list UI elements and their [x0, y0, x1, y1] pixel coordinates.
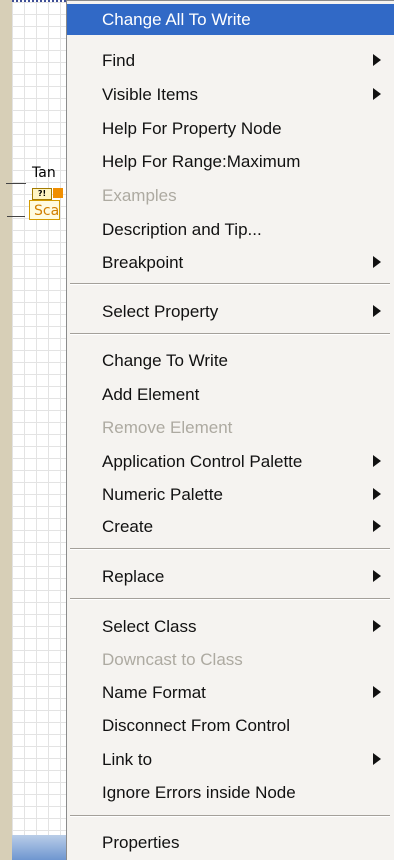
menu-item-label: Remove Element [102, 418, 233, 437]
menu-item-label: Link to [102, 750, 153, 769]
menu-item-help-for-property-node[interactable]: Help For Property Node [67, 113, 394, 144]
menu-item-properties[interactable]: Properties [67, 827, 394, 858]
menu-item-link-to[interactable]: Link to [67, 744, 394, 775]
error-terminal-icon: ?! [32, 188, 52, 200]
wire-segment-bottom[interactable] [7, 216, 25, 217]
menu-item-label: Add Element [102, 385, 200, 404]
menu-item-label: Examples [102, 186, 177, 205]
submenu-arrow-icon [373, 305, 381, 317]
wire-segment-top[interactable] [6, 183, 26, 184]
submenu-arrow-icon [373, 620, 381, 632]
menu-separator [70, 815, 390, 817]
menu-item-add-element[interactable]: Add Element [67, 379, 394, 410]
menu-item-application-control-palette[interactable]: Application Control Palette [67, 446, 394, 477]
menu-item-label: Downcast to Class [102, 650, 243, 669]
submenu-arrow-icon [373, 455, 381, 467]
menu-item-select-class[interactable]: Select Class [67, 611, 394, 642]
menu-separator [70, 333, 390, 335]
menu-item-label: Ignore Errors inside Node [102, 783, 296, 802]
submenu-arrow-icon [373, 520, 381, 532]
menu-item-label: Select Property [102, 302, 219, 321]
submenu-arrow-icon [373, 88, 381, 100]
menu-item-label: Help For Range:Maximum [102, 152, 301, 171]
menu-item-label: Help For Property Node [102, 119, 282, 138]
menu-item-description-and-tip[interactable]: Description and Tip... [67, 214, 394, 245]
menu-item-replace[interactable]: Replace [67, 561, 394, 592]
orange-terminal-stripe [53, 188, 63, 198]
menu-item-breakpoint[interactable]: Breakpoint [67, 247, 394, 278]
menu-item-name-format[interactable]: Name Format [67, 677, 394, 708]
submenu-arrow-icon [373, 753, 381, 765]
menu-item-disconnect-from-control[interactable]: Disconnect From Control [67, 710, 394, 741]
labview-block-diagram-context-menu: Tan ?! Sca Change All To Write Find Visi… [0, 0, 394, 860]
menu-item-find[interactable]: Find [67, 45, 394, 76]
menu-item-label: Disconnect From Control [102, 716, 291, 735]
submenu-arrow-icon [373, 488, 381, 500]
menu-item-label: Create [102, 517, 154, 536]
menu-item-label: Select Class [102, 617, 197, 636]
menu-item-label: Breakpoint [102, 253, 184, 272]
menu-item-label: Replace [102, 567, 165, 586]
menu-item-label: Change To Write [102, 351, 228, 370]
menu-item-label: Numeric Palette [102, 485, 223, 504]
submenu-arrow-icon [373, 54, 381, 66]
menu-item-remove-element: Remove Element [67, 412, 394, 443]
property-node-property[interactable]: Sca [29, 200, 60, 220]
submenu-arrow-icon [373, 686, 381, 698]
menu-item-downcast-to-class: Downcast to Class [67, 644, 394, 675]
window-edge [0, 0, 12, 860]
menu-item-label: Find [102, 51, 136, 70]
context-menu: Change All To Write Find Visible Items H… [66, 0, 394, 860]
menu-item-ignore-errors-inside-node[interactable]: Ignore Errors inside Node [67, 777, 394, 808]
menu-item-help-for-range-maximum[interactable]: Help For Range:Maximum [67, 146, 394, 177]
menu-item-visible-items[interactable]: Visible Items [67, 79, 394, 110]
submenu-arrow-icon [373, 256, 381, 268]
menu-item-change-all-to-write[interactable]: Change All To Write [67, 4, 394, 35]
submenu-arrow-icon [373, 570, 381, 582]
menu-item-label: Properties [102, 833, 180, 852]
menu-item-change-to-write[interactable]: Change To Write [67, 345, 394, 376]
menu-item-label: Change All To Write [102, 10, 251, 29]
menu-item-label: Name Format [102, 683, 206, 702]
menu-item-label: Visible Items [102, 85, 199, 104]
menu-item-numeric-palette[interactable]: Numeric Palette [67, 479, 394, 510]
menu-separator [70, 283, 390, 285]
property-node[interactable]: Tan ?! Sca [26, 165, 66, 231]
menu-item-label: Description and Tip... [102, 220, 262, 239]
property-node-label: Tan [32, 165, 56, 181]
menu-separator [70, 548, 390, 550]
menu-item-create[interactable]: Create [67, 511, 394, 542]
menu-item-label: Application Control Palette [102, 452, 303, 471]
menu-item-select-property[interactable]: Select Property [67, 296, 394, 327]
menu-item-examples: Examples [67, 180, 394, 211]
menu-separator [70, 598, 390, 600]
